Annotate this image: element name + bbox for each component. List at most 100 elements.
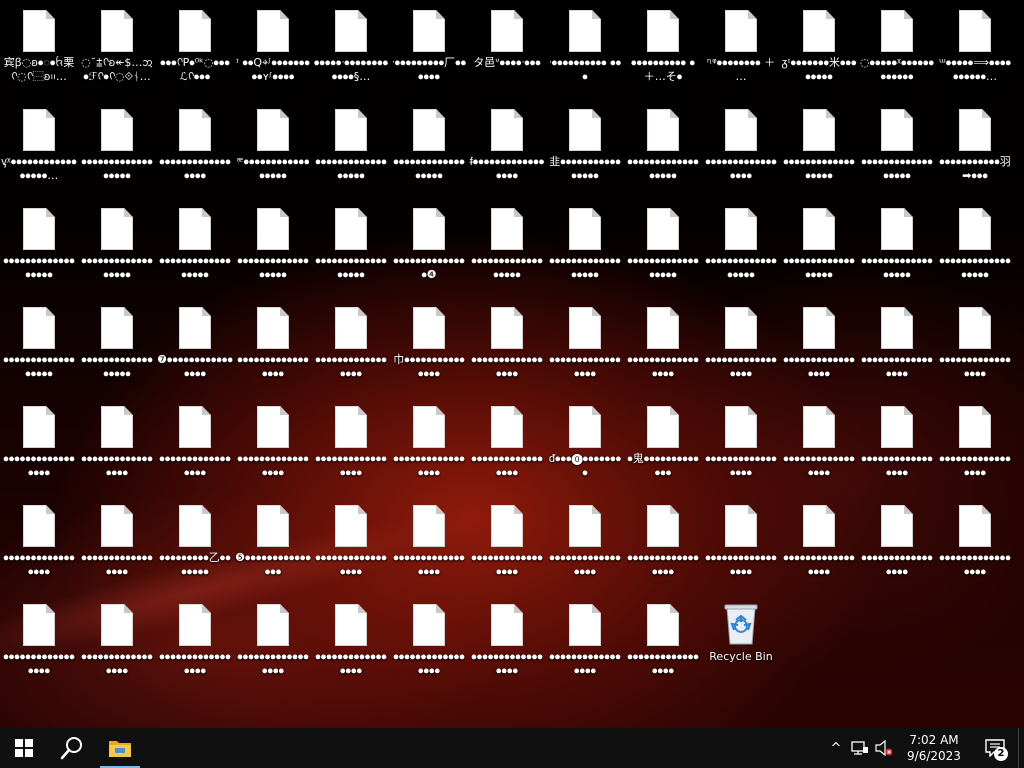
desktop-file-icon[interactable]: ⦁⦁⦁⦁⦁⦁⦁⦁⦁⦁⦁⦁⦁⦁⦁⦁⦁ (624, 600, 702, 696)
desktop-file-icon[interactable]: ⦁⦁⦁⦁⦁⦁⦁⦁⦁⦁⦁⦁⦁⦁⦁⦁⦁⦁ (858, 105, 936, 201)
desktop-file-icon[interactable]: ⦁⦁⦁⦁⦁⦁⦁⦁⦁⦁⦁⦁⦁⦁⦁⦁⦁ (858, 303, 936, 399)
desktop-file-icon[interactable]: ⦁⦁⦁⦁⦁⦁⦁⦁⦁⦁⦁⦁⦁⦁⦁⦁⦁⦁ (78, 303, 156, 399)
desktop-file-icon[interactable]: ⦁⦁⦁⦁⦁⦁⦁⦁⦁⦁⦁⦁⦁⦁⦁⦁⦁ (780, 402, 858, 498)
blank-file-icon (569, 10, 601, 52)
desktop-file-icon[interactable]: ⦁⦁⦁⦁⦁⦁⦁⦁⦁⦁⦁⦁⦁⦁⦁⦁⦁⦁ (0, 204, 78, 300)
desktop-file-icon[interactable]: ⦁⦁⦁⦁⦁⦁⦁⦁⦁⦁⦁⦁⦁⦁⦁⦁⦁⦁ (312, 105, 390, 201)
desktop-file-icon[interactable]: ᶯᵠ⦁⦁⦁⦁⦁⦁⦁⦁ ＋ … (702, 6, 780, 102)
desktop-file-icon[interactable]: ⦁⦁⦁⦁⦁⦁⦁⦁⦁⦁⦁⦁⦁⦁⦁⦁⦁ (312, 501, 390, 597)
desktop-file-icon[interactable]: ⦁⦁⦁⦁⦁⦁⦁⦁⦁⦁⦁⦁⦁⦁⦁⦁⦁ (702, 402, 780, 498)
desktop-file-icon[interactable]: ⦁⦁⦁⦁⦁⦁⦁⦁⦁⦁⦁⦁⦁⦁⦁⦁⦁ (312, 402, 390, 498)
desktop-file-icon[interactable]: ⦁⦁⦁⦁⦁⦁⦁⦁⦁⦁⦁⦁⦁⦁⦁⦁⦁ (234, 303, 312, 399)
desktop-file-icon[interactable]: ᵚ⦁⦁⦁⦁⦁⟹⦁⦁⦁⦁⦁⦁⦁⦁⦁⦁… (936, 6, 1014, 102)
desktop-file-icon[interactable]: タ邑ᐡ⦁⦁⦁⦁ᐧ⦁⦁⦁ (468, 6, 546, 102)
desktop-file-icon[interactable]: ᵆ⦁⦁⦁⦁⦁⦁⦁⦁⦁⦁⦁⦁⦁⦁⦁⦁⦁ (234, 105, 312, 201)
desktop-file-icon[interactable]: ❺⦁⦁⦁⦁⦁⦁⦁⦁⦁⦁⦁⦁⦁⦁⦁ (234, 501, 312, 597)
desktop-file-icon[interactable]: ⦁⦁⦁⦁⦁⦁⦁⦁⦁⦁⦁⦁⦁⦁⦁⦁⦁ (546, 303, 624, 399)
desktop-file-icon[interactable]: ᶌᵡ⦁⦁⦁⦁⦁⦁⦁⦁⦁⦁⦁⦁⦁⦁⦁⦁⦁… (0, 105, 78, 201)
desktop-file-icon[interactable]: ⦁⦁⦁⦁⦁⦁⦁⦁⦁⦁⦁⦁⦁⦁⦁⦁⦁⦁ (0, 303, 78, 399)
desktop-file-icon[interactable]: ⦁⦁⦁⦁⦁⦁⦁⦁⦁⦁⦁⦁⦁⦁⦁⦁⦁ (0, 402, 78, 498)
desktop-file-icon[interactable]: ⦁⦁⦁⦁⦁⦁⦁⦁⦁⦁⦁⦁⦁⦁⦁⦁⦁ (312, 600, 390, 696)
desktop-file-icon[interactable]: ⦁⦁⦁⦁⦁⦁⦁⦁⦁⦁⦁⦁⦁⦁⦁⦁⦁ (156, 105, 234, 201)
desktop-file-icon[interactable]: ◌⦁⦁⦁⦁⦁ᵡ⦁⦁⦁⦁⦁⦁⦁⦁⦁⦁⦁⦁ (858, 6, 936, 102)
search-button[interactable] (48, 728, 96, 768)
desktop-file-icon[interactable]: ⦁⦁⦁⦁⦁⦁⦁⦁⦁⦁⦁⦁⦁⦁⦁⦁⦁ (936, 402, 1014, 498)
desktop-file-icon[interactable]: ⦁⦁⦁⦁⦁ᐧ⦁⦁⦁⦁⦁⦁⦁⦁⦁⦁⦁⦁§… (312, 6, 390, 102)
desktop-file-icon[interactable]: ⦁⦁⦁⦁⦁⦁⦁⦁⦁⦁⦁⦁⦁⦁⦁⦁⦁⦁ (702, 204, 780, 300)
desktop-file-icon[interactable]: ⦁⦁⦁⦁⦁⦁⦁⦁⦁⦁⦁⦁⦁⦁⦁⦁⦁ (936, 501, 1014, 597)
desktop-file-icon[interactable]: ⦁⦁⦁ᢉP⦁⁰ᵏ◌⦁⦁⦁ℒᢉ⦁⦁⦁ (156, 6, 234, 102)
desktop-file-icon[interactable]: ᵮ⦁⦁⦁⦁⦁⦁⦁⦁⦁⦁⦁⦁⦁⦁⦁⦁⦁ (468, 105, 546, 201)
desktop-file-icon[interactable]: ⦁⦁⦁⦁⦁⦁⦁⦁⦁⦁ ⦁ ＋…そ⦁ (624, 6, 702, 102)
desktop-file-icon[interactable]: ⦁⦁⦁⦁⦁⦁⦁⦁⦁⦁⦁⦁⦁⦁⦁⦁⦁ (390, 402, 468, 498)
desktop-file-icon[interactable]: ⦁⦁⦁⦁⦁⦁⦁⦁⦁⦁⦁⦁⦁⦁⦁⦁⦁ (0, 501, 78, 597)
desktop-file-icon[interactable]: ⦁鬼⦁⦁⦁⦁⦁⦁⦁⦁⦁⦁⦁⦁⦁ (624, 402, 702, 498)
desktop-file-icon[interactable]: ⦁⦁⦁⦁⦁⦁⦁⦁⦁⦁⦁⦁⦁⦁⦁⦁⦁ (858, 501, 936, 597)
desktop-file-icon[interactable]: ᶦ ⦁⦁Q⌖ᶴ⦁⦁⦁⦁⦁⦁⦁⦁⦁ʏᶴ⦁⦁⦁⦁ (234, 6, 312, 102)
action-center-button[interactable]: 2 (972, 728, 1018, 768)
desktop-file-icon[interactable]: ⦁⦁⦁⦁⦁⦁⦁⦁⦁⦁⦁⦁⦁⦁⦁⦁⦁⦁ (312, 204, 390, 300)
desktop-file-icon[interactable]: ⦁⦁⦁⦁⦁⦁⦁⦁⦁⦁⦁⦁⦁⦁⦁⦁⦁ (0, 600, 78, 696)
desktop-file-icon[interactable]: ⦁⦁⦁⦁⦁⦁⦁⦁⦁⦁⦁⦁⦁⦁⦁⦁⦁ (234, 600, 312, 696)
desktop-file-icon[interactable]: ⦁⦁⦁⦁⦁⦁⦁⦁⦁⦁⦁⦁⦁⦁⦁⦁⦁ (624, 303, 702, 399)
desktop-file-icon[interactable]: 宾ꞵ◌ꞝ⦁ᢆ⦁ᨪ栗ᢉ◌ᢉ⿱ꞝ᱿… (0, 6, 78, 102)
desktop-file-icon[interactable]: ᐧ⦁⦁⦁⦁⦁⦁⦁⦁⦁厂⦁⦁⦁⦁⦁⦁ (390, 6, 468, 102)
desktop-file-icon[interactable]: 巾⦁⦁⦁⦁⦁⦁⦁⦁⦁⦁⦁⦁⦁⦁⦁ (390, 303, 468, 399)
desktop-file-icon[interactable]: ⦁⦁⦁⦁⦁⦁⦁⦁⦁⦁⦁⦁⦁⦁⦁⦁⦁ (468, 402, 546, 498)
desktop-file-icon[interactable]: ⦁⦁⦁⦁⦁⦁⦁⦁⦁⦁⦁⦁⦁⦁⦁⦁⦁⦁ (78, 204, 156, 300)
show-desktop-button[interactable] (1018, 728, 1024, 768)
desktop-file-icon[interactable]: ⦁⦁⦁⦁⦁⦁⦁⦁⦁⦁⦁⦁⦁⦁⦁⦁⦁ (858, 402, 936, 498)
desktop-file-icon[interactable]: ⦁⦁⦁⦁⦁⦁⦁⦁⦁⦁⦁⦁⦁⦁⦁⦁⦁⦁ (936, 204, 1014, 300)
desktop-file-icon[interactable]: ◌˘⩲ᢉꞝ↞$…ᩋ⦁ℱᢉ⦁ᢉ◌⟐ᚾ… (78, 6, 156, 102)
desktop-file-icon[interactable]: ⦁⦁⦁⦁⦁⦁⦁⦁⦁⦁⦁⦁⦁⦁⦁⦁⦁⦁ (78, 105, 156, 201)
desktop-file-icon[interactable]: ⦁⦁⦁⦁⦁⦁⦁⦁⦁⦁⦁⦁⦁⦁⦁⦁⦁ (546, 600, 624, 696)
show-hidden-icons-button[interactable]: ^ (824, 728, 848, 768)
desktop-file-icon[interactable]: ⦁⦁⦁⦁⦁⦁⦁⦁⦁⦁⦁⦁⦁⦁⦁⦁⦁⦁ (234, 204, 312, 300)
desktop-file-icon[interactable]: ⦁⦁⦁⦁⦁⦁⦁⦁⦁⦁⦁⦁⦁⦁⦁⦁⦁ (468, 600, 546, 696)
desktop-file-icon[interactable]: ⦁⦁⦁⦁⦁⦁⦁⦁⦁⦁⦁⦁⦁⦁⦁⦁⦁ (546, 501, 624, 597)
desktop-file-icon[interactable]: ⦁⦁⦁⦁⦁⦁⦁⦁⦁⦁⦁⦁⦁⦁❹ (390, 204, 468, 300)
desktop-file-icon[interactable]: ᵭ⦁⦁⦁⓿⦁⦁⦁⦁⦁⦁⦁⦁ (546, 402, 624, 498)
desktop-file-icon[interactable]: ⦁⦁⦁⦁⦁⦁⦁⦁⦁⦁⦁⦁⦁⦁⦁⦁⦁⦁ (780, 204, 858, 300)
desktop-file-icon[interactable]: ⦁⦁⦁⦁⦁⦁⦁⦁⦁⦁⦁⦁⦁⦁⦁⦁⦁ (156, 600, 234, 696)
desktop-file-icon[interactable]: ⦁⦁⦁⦁⦁⦁⦁⦁⦁⦁⦁⦁⦁⦁⦁⦁⦁ (702, 105, 780, 201)
desktop-file-icon[interactable]: ⦁⦁⦁⦁⦁⦁⦁⦁⦁⦁⦁羽➡⦁⦁⦁ (936, 105, 1014, 201)
recycle-bin[interactable]: Recycle Bin (702, 600, 780, 696)
desktop-file-icon[interactable]: ⦁⦁⦁⦁⦁⦁⦁⦁⦁⦁⦁⦁⦁⦁⦁⦁⦁⦁ (624, 204, 702, 300)
desktop-file-icon[interactable]: ⦁⦁⦁⦁⦁⦁⦁⦁⦁⦁⦁⦁⦁⦁⦁⦁⦁ (702, 501, 780, 597)
volume-button[interactable] (872, 728, 896, 768)
blank-file-icon (257, 10, 289, 52)
desktop-file-icon[interactable]: ⦁⦁⦁⦁⦁⦁⦁⦁⦁⦁⦁⦁⦁⦁⦁⦁⦁⦁ (390, 105, 468, 201)
desktop-file-icon[interactable]: ⦁⦁⦁⦁⦁⦁⦁⦁⦁⦁⦁⦁⦁⦁⦁⦁⦁ (936, 303, 1014, 399)
desktop-file-icon[interactable]: ⦁⦁⦁⦁⦁⦁⦁⦁⦁⦁⦁⦁⦁⦁⦁⦁⦁⦁ (156, 204, 234, 300)
desktop-file-icon[interactable]: ⦁⦁⦁⦁⦁⦁⦁⦁⦁⦁⦁⦁⦁⦁⦁⦁⦁ (78, 402, 156, 498)
desktop-file-icon[interactable]: ⦁⦁⦁⦁⦁⦁⦁⦁⦁⦁⦁⦁⦁⦁⦁⦁⦁ (390, 501, 468, 597)
network-button[interactable] (848, 728, 872, 768)
desktop-file-icon[interactable]: ᐧ⦁⦁⦁⦁⦁⦁⦁⦁⦁⦁ ⦁⦁⦁ (546, 6, 624, 102)
blank-file-icon (491, 208, 523, 250)
desktop-file-icon[interactable]: ⦁⦁⦁⦁⦁⦁⦁⦁⦁⦁⦁⦁⦁⦁⦁⦁⦁ (468, 501, 546, 597)
desktop-file-icon[interactable]: ❼⦁⦁⦁⦁⦁⦁⦁⦁⦁⦁⦁⦁⦁⦁⦁⦁ (156, 303, 234, 399)
desktop-file-icon[interactable]: ⦁⦁⦁⦁⦁⦁⦁⦁⦁⦁⦁⦁⦁⦁⦁⦁⦁ (702, 303, 780, 399)
start-button[interactable] (0, 728, 48, 768)
desktop-file-icon[interactable]: ⦁⦁⦁⦁⦁⦁⦁⦁⦁⦁⦁⦁⦁⦁⦁⦁⦁ (312, 303, 390, 399)
desktop-file-icon[interactable]: ⦁⦁⦁⦁⦁⦁⦁⦁⦁⦁⦁⦁⦁⦁⦁⦁⦁ (468, 303, 546, 399)
desktop-file-icon[interactable]: ⦁⦁⦁⦁⦁⦁⦁⦁⦁⦁⦁⦁⦁⦁⦁⦁⦁ (156, 402, 234, 498)
desktop-file-icon[interactable]: ⦁⦁⦁⦁⦁⦁⦁⦁⦁⦁⦁⦁⦁⦁⦁⦁⦁ (780, 501, 858, 597)
desktop-file-icon[interactable]: ᵹᶦ⦁⦁⦁⦁⦁⦁⦁米⦁⦁⦁⦁⦁⦁⦁⦁ (780, 6, 858, 102)
desktop-file-icon[interactable]: ⦁⦁⦁⦁⦁⦁⦁⦁⦁⦁⦁⦁⦁⦁⦁⦁⦁ (78, 501, 156, 597)
desktop-file-icon[interactable]: ⦁⦁⦁⦁⦁⦁⦁⦁⦁⦁⦁⦁⦁⦁⦁⦁⦁ (780, 303, 858, 399)
desktop-file-icon[interactable]: ⦁⦁⦁⦁⦁⦁⦁⦁⦁⦁⦁⦁⦁⦁⦁⦁⦁ (78, 600, 156, 696)
desktop-file-icon[interactable]: ⦁⦁⦁⦁⦁⦁⦁⦁⦁⦁⦁⦁⦁⦁⦁⦁⦁ (624, 501, 702, 597)
desktop-file-icon[interactable]: ⦁⦁⦁⦁⦁⦁⦁⦁⦁⦁⦁⦁⦁⦁⦁⦁⦁⦁ (780, 105, 858, 201)
desktop-file-icon[interactable]: ⦁⦁⦁⦁⦁⦁⦁⦁⦁⦁⦁⦁⦁⦁⦁⦁⦁ (234, 402, 312, 498)
clock[interactable]: 7:02 AM 9/6/2023 (896, 728, 972, 768)
desktop-file-icon[interactable]: ⦁⦁⦁⦁⦁⦁⦁⦁⦁乙⦁⦁⦁⦁⦁⦁⦁ (156, 501, 234, 597)
desktop-file-icon[interactable]: ⦁⦁⦁⦁⦁⦁⦁⦁⦁⦁⦁⦁⦁⦁⦁⦁⦁⦁ (468, 204, 546, 300)
desktop-file-icon[interactable]: 韭⦁⦁⦁⦁⦁⦁⦁⦁⦁⦁⦁⦁⦁⦁⦁⦁ (546, 105, 624, 201)
desktop-file-icon[interactable]: ⦁⦁⦁⦁⦁⦁⦁⦁⦁⦁⦁⦁⦁⦁⦁⦁⦁⦁ (546, 204, 624, 300)
desktop-file-icon[interactable]: ⦁⦁⦁⦁⦁⦁⦁⦁⦁⦁⦁⦁⦁⦁⦁⦁⦁ (390, 600, 468, 696)
desktop-file-icon[interactable]: ⦁⦁⦁⦁⦁⦁⦁⦁⦁⦁⦁⦁⦁⦁⦁⦁⦁⦁ (624, 105, 702, 201)
file-explorer-button[interactable] (96, 728, 144, 768)
desktop-file-icon[interactable]: ⦁⦁⦁⦁⦁⦁⦁⦁⦁⦁⦁⦁⦁⦁⦁⦁⦁⦁ (858, 204, 936, 300)
